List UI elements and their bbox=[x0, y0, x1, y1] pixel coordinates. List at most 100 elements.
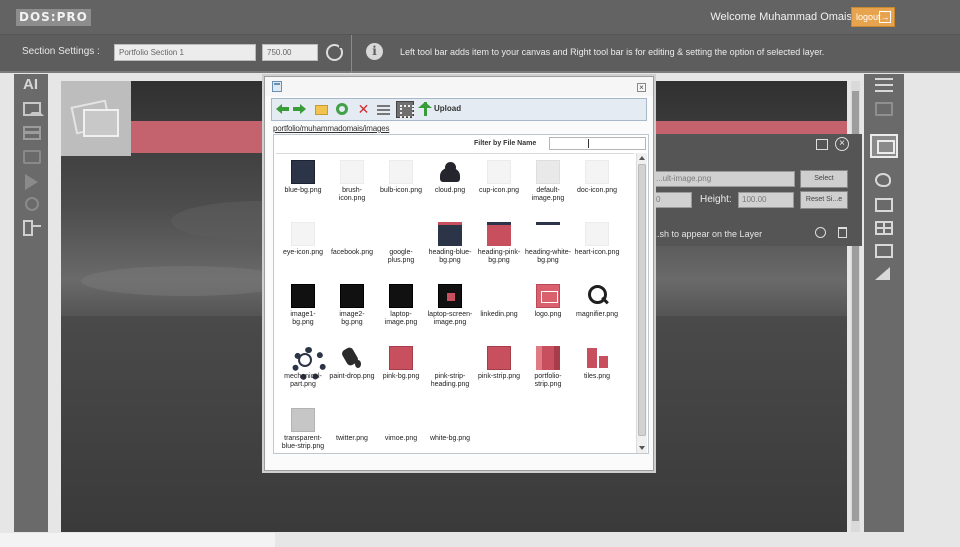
app-logo[interactable]: DOS:PRO bbox=[16, 5, 91, 29]
file-item[interactable]: paint-drop.png bbox=[329, 346, 375, 406]
reset-size-button[interactable]: Reset Si...e bbox=[800, 191, 848, 209]
file-item[interactable]: brush-icon.png bbox=[329, 160, 375, 220]
select-image-button[interactable]: Select bbox=[800, 170, 848, 188]
file-item[interactable]: pink-strip.png bbox=[476, 346, 522, 406]
file-browser-dialog: × ✕ Upload portfolio/muhammadomais/image… bbox=[264, 76, 654, 471]
add-video-icon[interactable] bbox=[23, 150, 41, 164]
forward-arrow-icon[interactable] bbox=[293, 103, 306, 116]
file-item[interactable]: heading-pink-bg.png bbox=[476, 222, 522, 282]
list-view-icon[interactable] bbox=[377, 105, 390, 115]
back-arrow-icon[interactable] bbox=[276, 103, 289, 116]
palette-icon[interactable] bbox=[875, 173, 891, 187]
file-item[interactable]: vimoe.png bbox=[378, 408, 424, 468]
copy-icon[interactable] bbox=[816, 139, 828, 150]
file-item[interactable]: heading-blue-bg.png bbox=[427, 222, 473, 282]
file-item[interactable]: magnifier.png bbox=[574, 284, 620, 344]
file-thumbnail bbox=[536, 284, 560, 308]
breadcrumb-path[interactable]: portfolio/muhammadomais/images bbox=[273, 124, 389, 133]
file-item[interactable]: twitter.png bbox=[329, 408, 375, 468]
logout-button[interactable]: logout → bbox=[851, 7, 895, 27]
trash-icon[interactable] bbox=[838, 227, 847, 238]
file-name: image1-bg.png bbox=[290, 311, 316, 326]
file-name: pink-bg.png bbox=[382, 373, 420, 380]
add-strip-icon[interactable] bbox=[23, 126, 41, 140]
file-item[interactable]: doc-icon.png bbox=[574, 160, 620, 220]
delete-icon[interactable]: ✕ bbox=[357, 102, 370, 116]
file-item[interactable]: pink-bg.png bbox=[378, 346, 424, 406]
file-item[interactable]: logo.png bbox=[525, 284, 571, 344]
add-link-icon[interactable] bbox=[23, 220, 41, 236]
height-input[interactable]: 100.00 bbox=[738, 192, 794, 208]
dialog-close-button[interactable]: × bbox=[637, 83, 646, 92]
grid-icon[interactable] bbox=[875, 221, 893, 235]
file-item[interactable]: bulb-icon.png bbox=[378, 160, 424, 220]
file-item[interactable]: image1-bg.png bbox=[280, 284, 326, 344]
dialog-titlebar[interactable]: × bbox=[265, 77, 653, 96]
width-input[interactable]: 0 bbox=[652, 192, 692, 208]
file-item[interactable]: white-bg.png bbox=[427, 408, 473, 468]
refresh-icon[interactable] bbox=[326, 43, 344, 61]
image-placeholder-layer[interactable] bbox=[61, 81, 131, 156]
file-name: heart-icon.png bbox=[574, 249, 620, 256]
file-list-scrollbar[interactable] bbox=[636, 153, 647, 453]
file-item[interactable]: cloud.png bbox=[427, 160, 473, 220]
card-icon[interactable] bbox=[875, 198, 893, 212]
file-name: facebook.png bbox=[330, 249, 374, 256]
file-item[interactable]: mechanical-part.png bbox=[280, 346, 326, 406]
logout-label: logout bbox=[856, 12, 881, 22]
filter-input[interactable] bbox=[549, 137, 646, 150]
section-name-input[interactable]: Portfolio Section 1 bbox=[114, 44, 256, 61]
file-name: portfolio-strip.png bbox=[534, 373, 562, 388]
file-item[interactable]: eye-icon.png bbox=[280, 222, 326, 282]
scroll-up-icon[interactable] bbox=[639, 156, 645, 160]
file-thumbnail bbox=[389, 346, 413, 370]
section-height-input[interactable]: 750.00 bbox=[262, 44, 318, 61]
file-thumbnail bbox=[536, 222, 560, 246]
file-item[interactable]: image2-bg.png bbox=[329, 284, 375, 344]
file-item[interactable]: heading-white-bg.png bbox=[525, 222, 571, 282]
thumbnail-view-icon[interactable] bbox=[396, 101, 414, 118]
file-item[interactable]: transparent-blue-strip.png bbox=[280, 408, 326, 468]
upload-button[interactable]: Upload bbox=[434, 104, 461, 113]
file-item[interactable]: linkedin.png bbox=[476, 284, 522, 344]
add-audio-icon[interactable] bbox=[25, 197, 39, 211]
refresh-icon[interactable] bbox=[815, 227, 826, 238]
file-thumbnail bbox=[340, 284, 364, 308]
file-item[interactable]: laptop-image.png bbox=[378, 284, 424, 344]
layer-hint-text: ...sh to appear on the Layer bbox=[652, 229, 763, 239]
file-item[interactable]: google-plus.png bbox=[378, 222, 424, 282]
file-item[interactable]: heart-icon.png bbox=[574, 222, 620, 282]
reload-icon[interactable] bbox=[336, 103, 348, 115]
info-text: Left tool bar adds item to your canvas a… bbox=[400, 47, 825, 57]
add-image-icon[interactable] bbox=[23, 102, 44, 116]
image-settings-icon[interactable] bbox=[870, 134, 898, 158]
layers-icon[interactable] bbox=[875, 102, 893, 116]
top-header: DOS:PRO Welcome Muhammad Omais logout → bbox=[0, 0, 960, 35]
file-list-panel: Filter by File Name blue-bg.png brush-ico… bbox=[273, 134, 649, 454]
file-item[interactable]: cup-icon.png bbox=[476, 160, 522, 220]
file-item[interactable]: facebook.png bbox=[329, 222, 375, 282]
file-item[interactable]: default-image.png bbox=[525, 160, 571, 220]
file-item[interactable]: blue-bg.png bbox=[280, 160, 326, 220]
file-thumbnail bbox=[291, 284, 315, 308]
file-list-scrollbar-thumb[interactable] bbox=[638, 164, 646, 436]
bottom-bar bbox=[0, 533, 275, 547]
menu-icon[interactable] bbox=[875, 78, 893, 92]
folder-icon[interactable] bbox=[315, 105, 328, 115]
scroll-down-icon[interactable] bbox=[639, 446, 645, 450]
file-item[interactable]: tiles.png bbox=[574, 346, 620, 406]
image-source-input[interactable]: ...ult-image.png bbox=[652, 171, 795, 187]
triangle-icon[interactable] bbox=[875, 267, 890, 280]
file-item[interactable]: pink-strip-heading.png bbox=[427, 346, 473, 406]
close-icon[interactable]: × bbox=[835, 137, 849, 151]
logout-icon: → bbox=[879, 11, 891, 23]
file-name: pink-strip-heading.png bbox=[430, 373, 470, 388]
file-item[interactable]: portfolio-strip.png bbox=[525, 346, 571, 406]
upload-icon[interactable] bbox=[418, 102, 432, 116]
add-media-play-icon[interactable] bbox=[25, 174, 38, 190]
file-item[interactable]: laptop-screen-image.png bbox=[427, 284, 473, 344]
rectangle-icon[interactable] bbox=[875, 244, 893, 258]
file-thumbnail bbox=[585, 160, 609, 184]
file-thumbnail bbox=[340, 346, 364, 370]
add-text-tool[interactable]: AI bbox=[23, 77, 41, 92]
